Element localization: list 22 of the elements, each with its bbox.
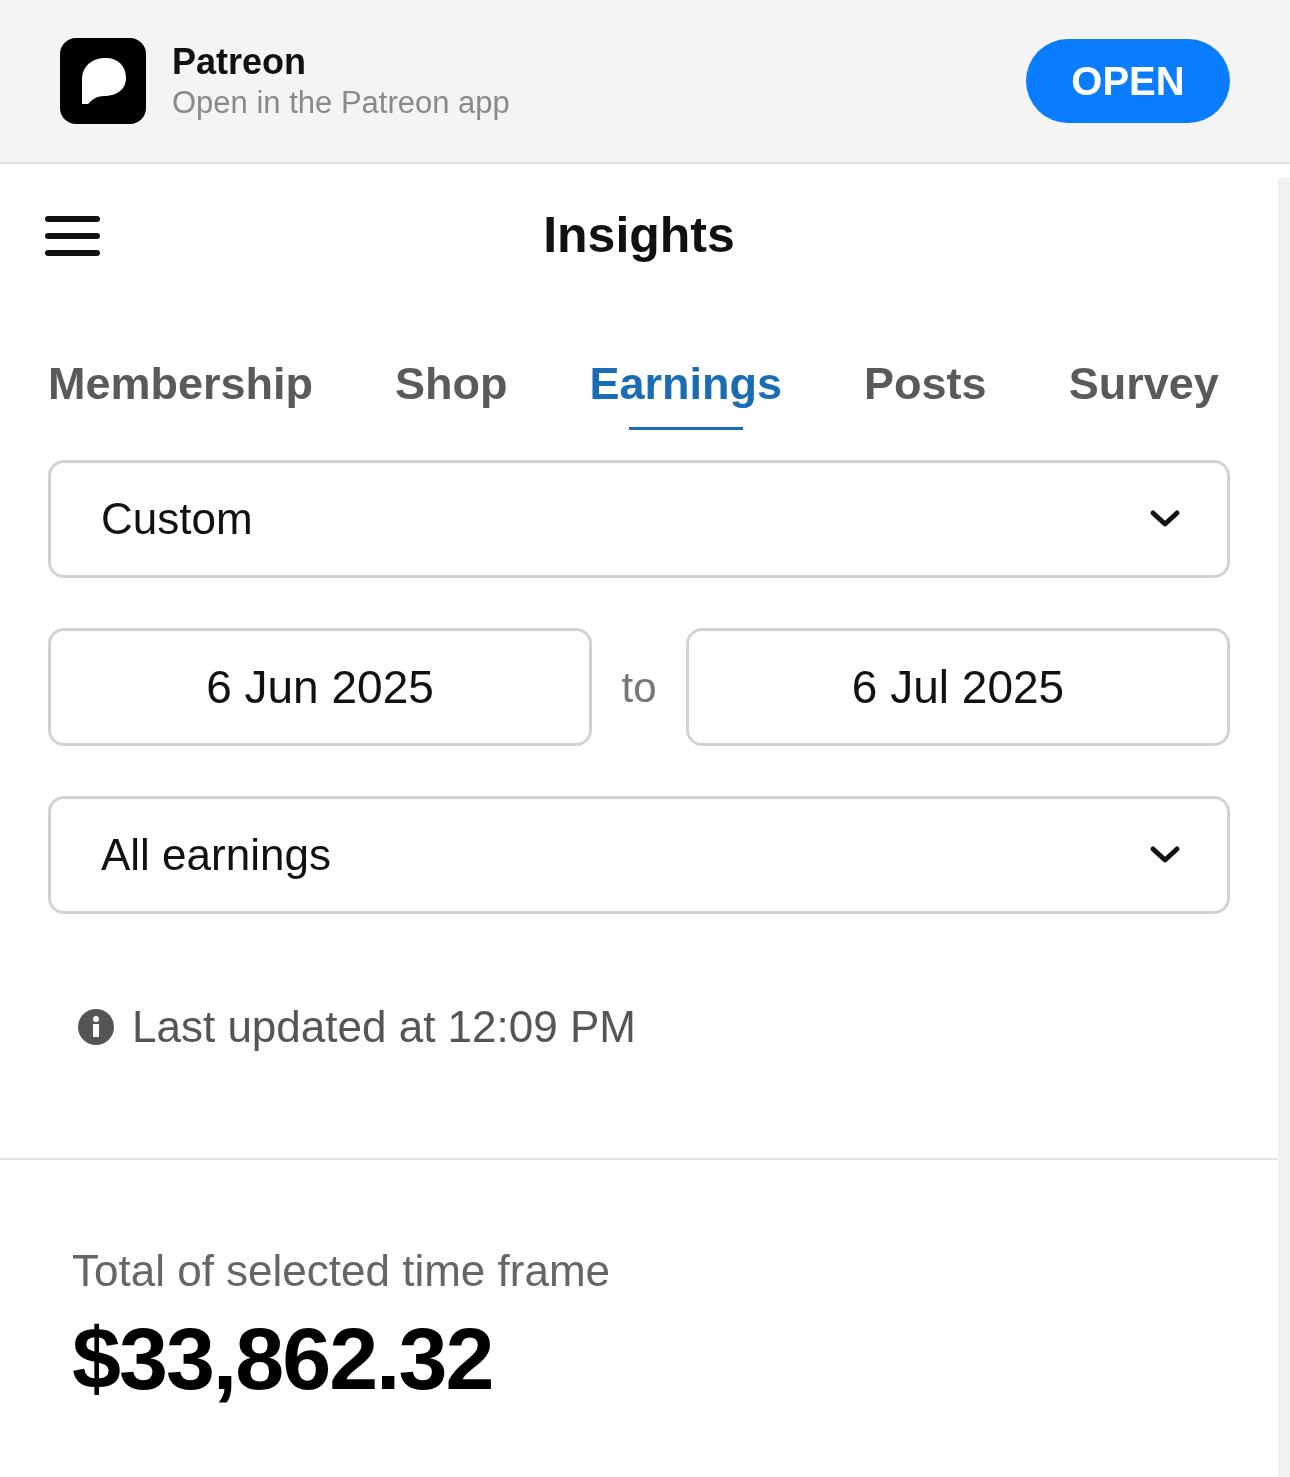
app-logo-icon xyxy=(60,38,146,124)
info-icon xyxy=(78,1009,114,1045)
open-button[interactable]: OPEN xyxy=(1026,39,1230,123)
dropdown-select[interactable]: Custom xyxy=(48,460,1230,578)
menu-icon[interactable] xyxy=(45,216,100,256)
end-date-field[interactable]: 6 Jul 2025 xyxy=(686,628,1230,746)
tab[interactable]: Membership xyxy=(48,338,314,430)
last-updated-text: Last updated at 12:09 PM xyxy=(132,1001,636,1053)
tab[interactable]: Earnings xyxy=(589,338,783,430)
tab[interactable]: Posts xyxy=(864,338,987,430)
chevron-down-icon xyxy=(1149,509,1181,529)
dropdown-select[interactable]: All earnings xyxy=(48,796,1230,914)
app-subtitle: Open in the Patreon app xyxy=(172,84,511,123)
total-amount: $33,862.32 xyxy=(72,1308,494,1410)
tab[interactable]: Shop xyxy=(395,338,508,430)
chevron-down-icon xyxy=(1149,845,1181,865)
start-date-field[interactable]: 6 Jun 2025 xyxy=(48,628,592,746)
total-label: Total of selected time frame xyxy=(72,1245,611,1297)
app-name: Patreon xyxy=(172,40,308,85)
range-separator: to xyxy=(620,662,658,713)
page-title: Insights xyxy=(543,205,735,265)
tab[interactable]: Survey xyxy=(1068,338,1219,430)
